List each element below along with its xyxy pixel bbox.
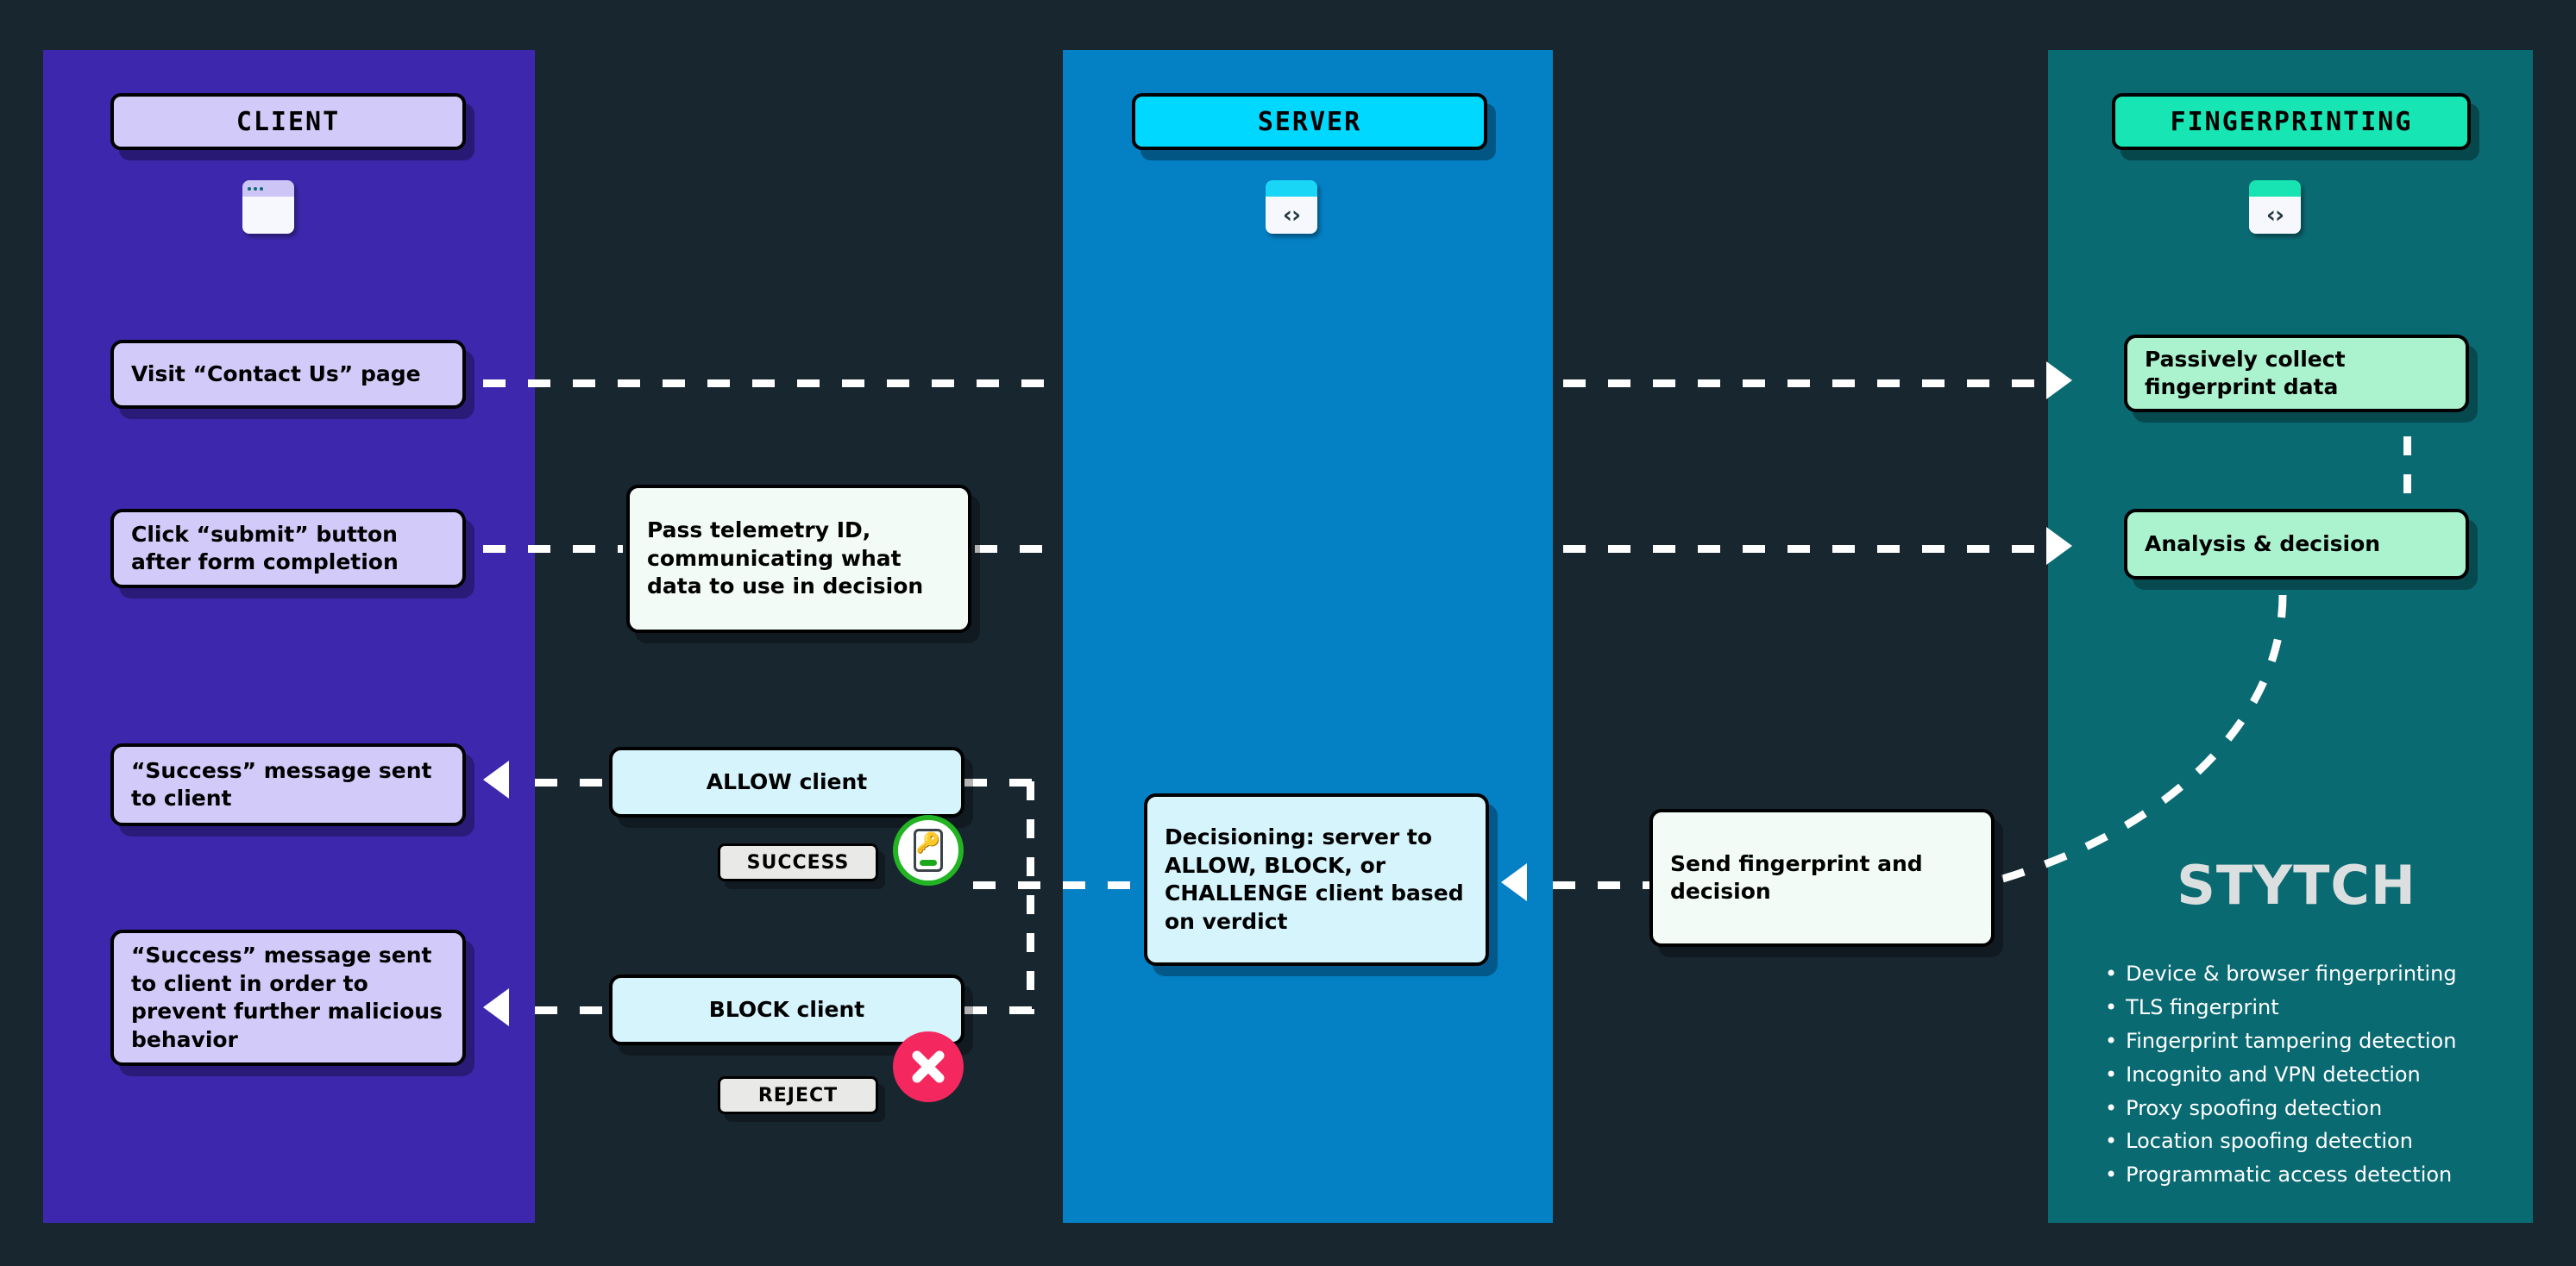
connector-collect-to-analysis [2403,436,2411,498]
fingerprint-phone-icon: 🔑 [893,815,964,886]
note-send-fingerprint-and-decision: Send fingerprint and decision [1649,809,1995,947]
outcome-block-client-label: BLOCK client [708,996,865,1022]
step-success-message-sent[interactable]: “Success” message sent to client [110,743,466,826]
step-click-submit-label: Click “submit” button after form complet… [131,521,399,575]
step-decisioning[interactable]: Decisioning: server to ALLOW, BLOCK, or … [1144,793,1489,966]
status-badge-success-label: SUCCESS [746,851,850,874]
browser-window-titlebar [242,180,294,197]
lane-title-client: CLIENT [236,106,341,137]
connector-block-to-success2 [535,1006,607,1014]
stytch-feature-item: Fingerprint tampering detection [2105,1025,2536,1058]
code-window-icon-fingerprinting: ‹› [2249,180,2301,234]
step-click-submit[interactable]: Click “submit” button after form complet… [110,509,466,588]
stytch-wordmark: STYTCH [2177,854,2416,917]
step-visit-contact-us-label: Visit “Contact Us” page [131,360,421,386]
connector-telemetry-right-a [975,545,1061,553]
connector-decisioning-branch-stem [973,881,1146,889]
code-window-icon-server: ‹› [1266,180,1317,234]
lane-header-client: CLIENT [110,93,466,150]
stytch-feature-item: Device & browser fingerprinting [2105,957,2536,991]
step-analysis-and-decision-label: Analysis & decision [2145,530,2381,556]
x-mark-icon [893,1031,964,1102]
connector-allow-to-success1 [535,779,607,787]
phone-outline: 🔑 [914,829,943,872]
connector-branch-to-block [964,1006,1032,1014]
step-visit-contact-us[interactable]: Visit “Contact Us” page [110,340,466,409]
arrowhead-to-collect [2046,361,2072,399]
code-glyph-fingerprinting: ‹› [2249,197,2301,234]
step-passively-collect-fingerprint[interactable]: Passively collect fingerprint data [2124,335,2469,412]
connector-visit-to-collect-right [1563,379,2046,387]
connector-sendfp-to-decisioning [1553,881,1653,889]
step-success-message-sent-label: “Success” message sent to client [131,757,432,812]
step-passively-collect-fingerprint-label: Passively collect fingerprint data [2145,346,2346,400]
stytch-feature-item: Incognito and VPN detection [2105,1058,2536,1092]
note-send-fingerprint-and-decision-label: Send fingerprint and decision [1670,850,1923,905]
stytch-feature-item: Location spoofing detection [2105,1125,2536,1158]
step-success-message-prevent-malicious[interactable]: “Success” message sent to client in orde… [110,930,466,1066]
fingerprint-glyph: 🔑 [915,832,941,855]
code-window-titlebar-server [1266,180,1317,197]
arrowhead-to-success2 [483,988,509,1026]
diagram-canvas: CLIENT SERVER FINGERPRINTING ‹› ‹› Visit… [0,0,2576,1266]
browser-window-body [242,197,294,234]
lane-title-fingerprinting: FINGERPRINTING [2170,106,2413,137]
note-pass-telemetry-id-label: Pass telemetry ID, communicating what da… [647,517,924,599]
stytch-feature-item: Proxy spoofing detection [2105,1092,2536,1125]
lane-header-fingerprinting: FINGERPRINTING [2112,93,2471,150]
stytch-feature-list: Device & browser fingerprintingTLS finge… [2105,957,2536,1192]
phone-home-bar [920,860,937,866]
connector-visit-to-collect-left [483,379,1052,387]
status-badge-reject: REJECT [718,1076,878,1114]
arrowhead-to-success1 [483,761,509,799]
outcome-allow-client[interactable]: ALLOW client [609,747,964,818]
stytch-feature-item: Programmatic access detection [2105,1158,2536,1192]
status-badge-success: SUCCESS [718,843,878,881]
code-glyph-server: ‹› [1266,197,1317,234]
connector-decisioning-branch-bracket [1027,781,1034,1014]
connector-click-to-telemetry [483,545,623,553]
code-window-titlebar-fingerprinting [2249,180,2301,197]
step-decisioning-label: Decisioning: server to ALLOW, BLOCK, or … [1165,824,1464,934]
step-success-message-prevent-malicious-label: “Success” message sent to client in orde… [131,943,443,1052]
lane-title-server: SERVER [1257,106,1362,137]
stytch-feature-item: TLS fingerprint [2105,991,2536,1025]
status-badge-reject-label: REJECT [757,1084,839,1106]
note-pass-telemetry-id: Pass telemetry ID, communicating what da… [626,485,971,633]
outcome-allow-client-label: ALLOW client [706,768,868,794]
connector-telemetry-to-analysis [1563,545,2046,553]
step-analysis-and-decision[interactable]: Analysis & decision [2124,509,2469,580]
arrowhead-to-decisioning [1501,863,1527,901]
browser-window-icon [242,180,294,234]
lane-header-server: SERVER [1132,93,1487,150]
connector-branch-to-allow [964,779,1032,787]
arrowhead-to-analysis [2046,527,2072,565]
